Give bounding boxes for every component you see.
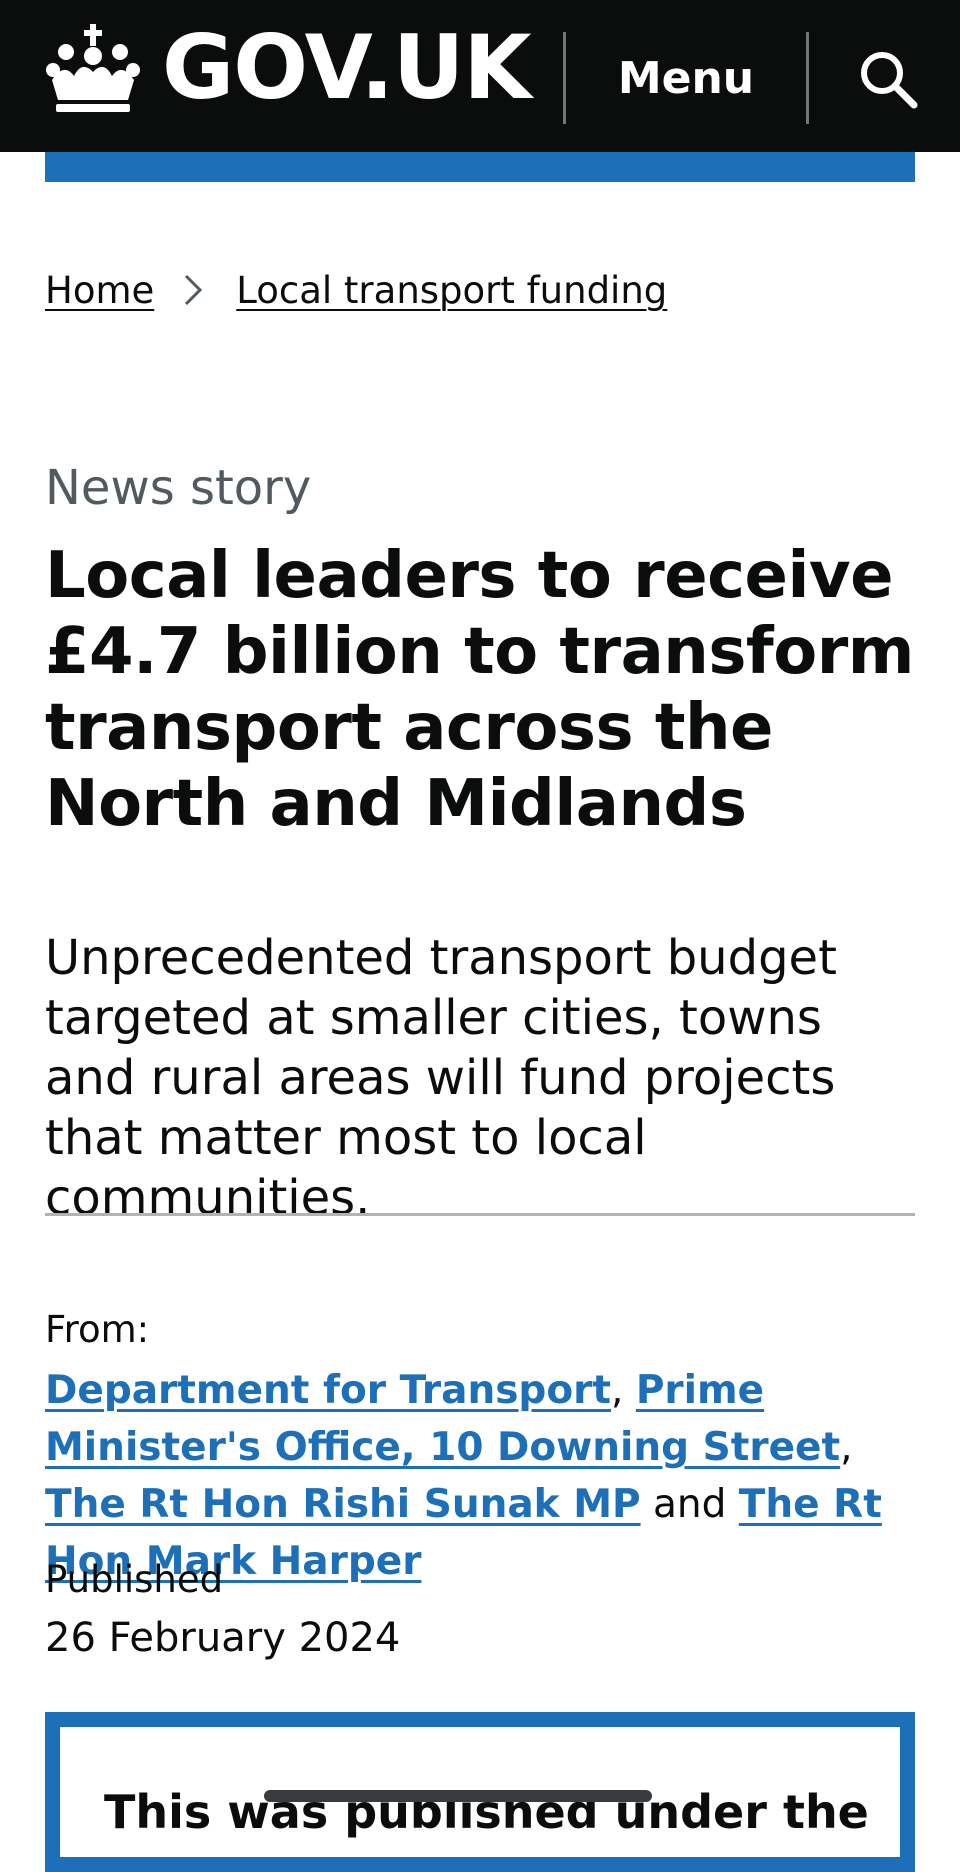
search-icon (861, 52, 918, 109)
published-label: Published (45, 1558, 224, 1601)
org-link-department-for-transport[interactable]: Department for Transport (45, 1368, 611, 1413)
chevron-right-icon (185, 274, 203, 306)
content-type-caption: News story (45, 460, 312, 516)
separator-comma: , (840, 1425, 853, 1470)
breadcrumb-local-transport-funding-link[interactable]: Local transport funding (236, 269, 667, 312)
crown-icon (46, 24, 140, 112)
organisation-links: Department for Transport, Prime Minister… (45, 1362, 925, 1590)
header-accent-bar (45, 152, 915, 182)
breadcrumb: Home Local transport funding (45, 268, 667, 312)
breadcrumb-home-link[interactable]: Home (45, 269, 154, 312)
menu-button[interactable]: Menu (566, 40, 806, 116)
org-link-rishi-sunak[interactable]: The Rt Hon Rishi Sunak MP (45, 1482, 641, 1527)
lead-paragraph: Unprecedented transport budget targeted … (45, 930, 837, 1226)
site-header: GOV.UK Menu (0, 0, 960, 152)
from-label: From: (45, 1308, 150, 1351)
logo-text: GOV.UK (162, 16, 532, 119)
section-divider (45, 1213, 915, 1216)
separator-comma: , (611, 1368, 624, 1413)
text-redaction-line (264, 1790, 652, 1802)
separator-and: and (653, 1482, 727, 1527)
header-divider (806, 32, 809, 124)
page-title: Local leaders to receive £4.7 billion to… (45, 539, 914, 841)
published-date: 26 February 2024 (45, 1615, 401, 1661)
govuk-logo-link[interactable]: GOV.UK (44, 16, 532, 119)
search-button[interactable] (848, 40, 928, 116)
